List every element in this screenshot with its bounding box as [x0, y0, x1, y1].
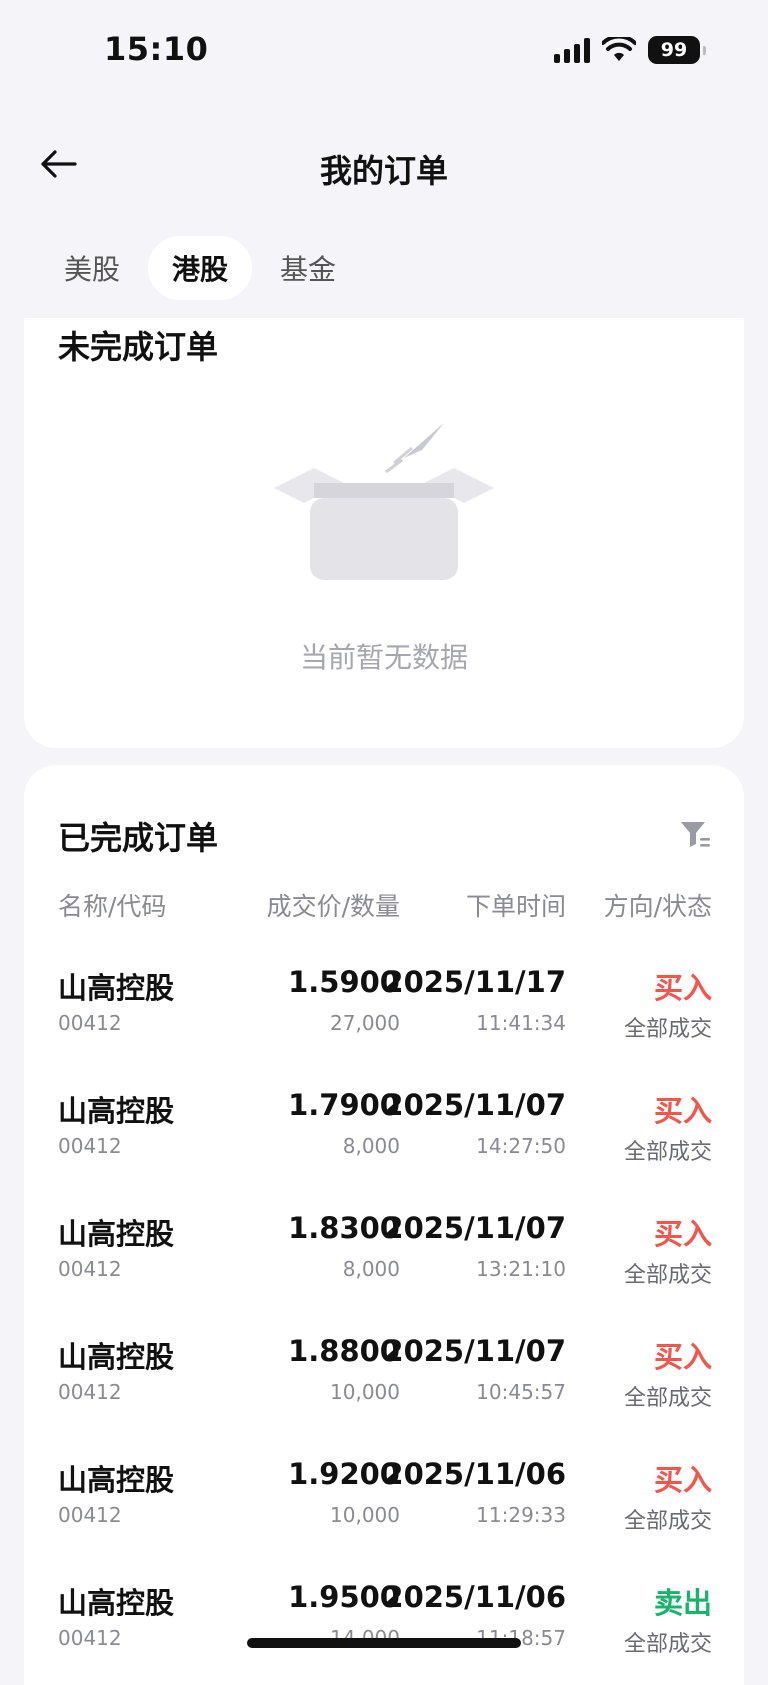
table-row[interactable]: 山高控股 00412 1.8800 10,000 2025/11/07 10:4… — [58, 1334, 712, 1434]
wifi-icon — [602, 37, 636, 61]
tab-hk-stocks[interactable]: 港股 — [148, 236, 253, 300]
order-time: 13:21:10 — [476, 1257, 566, 1281]
stock-code: 00412 — [58, 1134, 122, 1158]
order-time: 11:29:33 — [476, 1503, 566, 1527]
fill-quantity: 27,000 — [330, 1011, 400, 1035]
order-time: 11:41:34 — [476, 1011, 566, 1035]
header-name-code: 名称/代码 — [58, 892, 167, 921]
status-bar: 15:10 99 — [0, 0, 768, 110]
stock-name: 山高控股 — [58, 1586, 175, 1620]
table-row[interactable]: 山高控股 00412 1.7900 8,000 2025/11/07 14:27… — [58, 1088, 712, 1188]
page-title: 我的订单 — [319, 152, 448, 190]
order-status: 全部成交 — [623, 1509, 712, 1534]
table-row[interactable]: 山高控股 00412 1.9200 10,000 2025/11/06 11:2… — [58, 1457, 712, 1557]
order-date: 2025/11/07 — [383, 1211, 566, 1245]
order-date: 2025/11/17 — [383, 965, 566, 999]
order-direction: 卖出 — [653, 1586, 712, 1620]
header-order-time: 下单时间 — [465, 892, 566, 921]
stock-code: 00412 — [58, 1380, 122, 1404]
header-price-qty: 成交价/数量 — [266, 892, 400, 921]
tab-us-stocks[interactable]: 美股 — [40, 236, 144, 300]
order-direction: 买入 — [653, 1463, 712, 1497]
battery-level: 99 — [660, 39, 688, 61]
fill-quantity: 10,000 — [330, 1503, 400, 1527]
table-header: 名称/代码 成交价/数量 下单时间 方向/状态 — [58, 887, 712, 927]
stock-name: 山高控股 — [58, 1094, 175, 1128]
order-status: 全部成交 — [623, 1632, 712, 1657]
order-direction: 买入 — [653, 1340, 712, 1374]
market-tabs: 美股 港股 基金 — [40, 236, 360, 300]
stock-name: 山高控股 — [58, 1463, 175, 1497]
battery-icon: 99 — [648, 36, 706, 64]
stock-code: 00412 — [58, 1011, 122, 1035]
order-time: 10:45:57 — [476, 1380, 566, 1404]
status-icons: 99 — [554, 36, 706, 64]
empty-box-icon — [274, 423, 494, 580]
order-time: 14:27:50 — [476, 1134, 566, 1158]
order-date: 2025/11/06 — [383, 1457, 566, 1491]
status-time: 15:10 — [104, 30, 209, 68]
order-date: 2025/11/07 — [383, 1088, 566, 1122]
nav-bar: 我的订单 — [0, 130, 768, 200]
signal-icon — [554, 37, 590, 63]
table-row[interactable]: 山高控股 00412 1.8300 8,000 2025/11/07 13:21… — [58, 1211, 712, 1311]
stock-code: 00412 — [58, 1257, 122, 1281]
header-direction-status: 方向/状态 — [603, 892, 712, 921]
order-status: 全部成交 — [623, 1263, 712, 1288]
fill-quantity: 8,000 — [342, 1134, 400, 1158]
pending-orders-title: 未完成订单 — [58, 328, 219, 366]
order-status: 全部成交 — [623, 1140, 712, 1165]
table-row[interactable]: 山高控股 00412 1.9500 14,000 2025/11/06 11:1… — [58, 1580, 712, 1680]
table-row[interactable]: 山高控股 00412 1.5900 27,000 2025/11/17 11:4… — [58, 965, 712, 1065]
fill-quantity: 10,000 — [330, 1380, 400, 1404]
order-direction: 买入 — [653, 971, 712, 1005]
empty-state-text: 当前暂无数据 — [299, 641, 468, 674]
stock-name: 山高控股 — [58, 971, 175, 1005]
stock-name: 山高控股 — [58, 1340, 175, 1374]
home-indicator[interactable] — [247, 1638, 521, 1648]
order-date: 2025/11/07 — [383, 1334, 566, 1368]
completed-orders-title: 已完成订单 — [58, 819, 219, 857]
filter-icon[interactable] — [678, 817, 712, 851]
stock-code: 00412 — [58, 1626, 122, 1650]
stock-name: 山高控股 — [58, 1217, 175, 1251]
order-direction: 买入 — [653, 1094, 712, 1128]
order-direction: 买入 — [653, 1217, 712, 1251]
pending-orders-card: 未完成订单 当前暂无数据 — [24, 318, 744, 748]
stock-code: 00412 — [58, 1503, 122, 1527]
order-status: 全部成交 — [623, 1386, 712, 1411]
tab-funds[interactable]: 基金 — [256, 236, 360, 300]
order-date: 2025/11/06 — [383, 1580, 566, 1614]
fill-quantity: 8,000 — [342, 1257, 400, 1281]
order-status: 全部成交 — [623, 1017, 712, 1042]
completed-orders-card: 已完成订单 名称/代码 成交价/数量 下单时间 方向/状态 山高控股 00412… — [24, 765, 744, 1685]
